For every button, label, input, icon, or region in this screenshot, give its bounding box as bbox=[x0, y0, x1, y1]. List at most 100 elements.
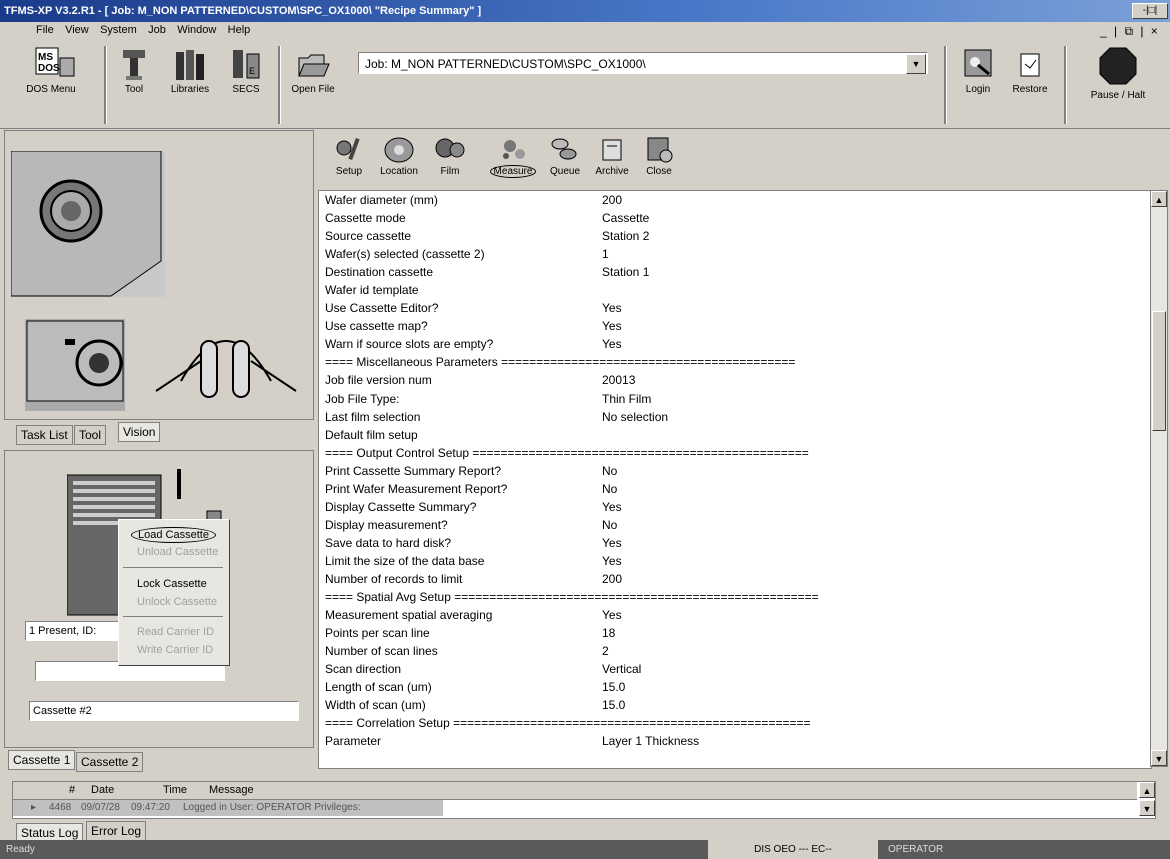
summary-scrollbar[interactable]: ▲ ▼ bbox=[1150, 190, 1168, 767]
libraries-button[interactable]: Libraries bbox=[164, 46, 216, 95]
present-id-field[interactable]: 1 Present, ID: bbox=[25, 621, 125, 641]
window-restore-button[interactable]: -|□| bbox=[1132, 3, 1168, 19]
summary-value: Yes bbox=[602, 608, 622, 623]
scroll-down-button[interactable]: ▼ bbox=[1151, 750, 1167, 766]
summary-value: Thin Film bbox=[602, 391, 652, 406]
recipe-toolbar: Setup Location Film Measure Queue Archiv… bbox=[318, 130, 1170, 188]
summary-key: Use Cassette Editor? bbox=[325, 301, 439, 316]
summary-value: Station 1 bbox=[602, 265, 650, 280]
menu-separator bbox=[123, 567, 223, 568]
tab-cassette-1[interactable]: Cassette 1 bbox=[8, 750, 76, 770]
summary-value: 15.0 bbox=[602, 680, 626, 695]
summary-value: Yes bbox=[602, 553, 622, 568]
gear-icon bbox=[332, 134, 366, 164]
log-scroll-up-button[interactable]: ▲ bbox=[1139, 782, 1155, 798]
summary-key: Job File Type: bbox=[325, 391, 400, 406]
menu-help[interactable]: Help bbox=[224, 22, 255, 38]
tab-error-log[interactable]: Error Log bbox=[86, 821, 147, 841]
tab-vision[interactable]: Vision bbox=[118, 422, 161, 442]
secs-label: SECS bbox=[232, 84, 260, 95]
job-dropdown-button[interactable]: ▼ bbox=[906, 54, 926, 74]
log-row[interactable]: ▸ 4468 09/07/28 09:47:20 Logged in User:… bbox=[13, 800, 443, 816]
open-file-button[interactable]: Open File bbox=[286, 46, 340, 95]
menu-load-cassette[interactable]: Load Cassette bbox=[131, 527, 216, 543]
summary-value: 200 bbox=[602, 193, 623, 207]
menu-lock-cassette[interactable]: Lock Cassette bbox=[137, 578, 207, 590]
log-col-message: Message bbox=[209, 784, 254, 796]
login-button[interactable]: Login bbox=[956, 46, 1000, 95]
summary-key: Cassette mode bbox=[325, 211, 406, 226]
summary-key: Parameter bbox=[325, 734, 382, 749]
summary-value: No bbox=[602, 517, 618, 532]
summary-key: ==== Miscellaneous Parameters ==========… bbox=[325, 355, 796, 370]
summary-value: No selection bbox=[602, 409, 669, 424]
film-button[interactable]: Film bbox=[432, 134, 468, 177]
summary-value: Yes bbox=[602, 535, 622, 550]
summary-key: Points per scan line bbox=[325, 626, 430, 641]
restore-button[interactable]: Restore bbox=[1004, 46, 1056, 95]
summary-key: Print Cassette Summary Report? bbox=[325, 463, 502, 478]
scroll-thumb[interactable] bbox=[1152, 311, 1166, 431]
queue-button[interactable]: Queue bbox=[544, 134, 586, 177]
archive-button[interactable]: Archive bbox=[588, 134, 636, 177]
summary-value: 200 bbox=[602, 571, 623, 586]
summary-row: Length of scan (um) 15.0 bbox=[319, 678, 1151, 696]
close-label: Close bbox=[646, 166, 672, 177]
menu-separator bbox=[123, 616, 223, 617]
stop-sign-icon bbox=[1098, 46, 1138, 86]
menu-unload-cassette[interactable]: Unload Cassette bbox=[137, 546, 218, 558]
job-selector[interactable]: Job: M_NON PATTERNED\CUSTOM\SPC_OX1000\ bbox=[358, 52, 928, 74]
tool-button[interactable]: Tool bbox=[114, 46, 154, 95]
summary-key: Number of scan lines bbox=[325, 644, 438, 659]
tab-task-list[interactable]: Task List bbox=[16, 425, 73, 445]
menu-file[interactable]: File bbox=[32, 22, 58, 38]
menu-write-carrier-id[interactable]: Write Carrier ID bbox=[137, 644, 213, 656]
menu-window[interactable]: Window bbox=[173, 22, 220, 38]
measure-button[interactable]: Measure bbox=[486, 134, 540, 178]
scroll-up-button[interactable]: ▲ bbox=[1151, 191, 1167, 207]
pause-halt-label: Pause / Halt bbox=[1090, 90, 1146, 101]
log-row-time: 09:47:20 bbox=[131, 802, 170, 813]
summary-row: Print Wafer Measurement Report? No bbox=[319, 480, 1151, 498]
summary-row: Points per scan line 18 bbox=[319, 624, 1151, 642]
menu-read-carrier-id[interactable]: Read Carrier ID bbox=[137, 626, 214, 638]
document-window-controls[interactable]: _ | ⧉ | × bbox=[1100, 24, 1160, 39]
summary-row: Cassette mode Cassette bbox=[319, 209, 1151, 227]
section-header-row: ==== Miscellaneous Parameters ==========… bbox=[319, 353, 1151, 371]
log-row-date: 09/07/28 bbox=[81, 802, 120, 813]
cassette-context-menu: Load Cassette Unload Cassette Lock Casse… bbox=[118, 519, 230, 666]
status-log: # Date Time Message ▸ 4468 09/07/28 09:4… bbox=[12, 781, 1156, 819]
measure-label: Measure bbox=[489, 165, 537, 178]
summary-value: 1 bbox=[602, 247, 609, 262]
setup-button[interactable]: Setup bbox=[328, 134, 370, 177]
summary-value: 18 bbox=[602, 626, 616, 641]
tab-tool[interactable]: Tool bbox=[74, 425, 107, 445]
toolbar-separator bbox=[104, 46, 107, 124]
status-bar: Ready DIS OEO --- EC-- OPERATOR bbox=[0, 840, 1170, 859]
log-row-num: 4468 bbox=[49, 802, 72, 813]
cassette-label-field[interactable]: Cassette #2 bbox=[29, 701, 299, 721]
log-scroll-down-button[interactable]: ▼ bbox=[1139, 800, 1155, 816]
summary-row: Wafer diameter (mm) 200 bbox=[319, 191, 1151, 209]
tab-cassette-2[interactable]: Cassette 2 bbox=[76, 752, 144, 772]
menu-system[interactable]: System bbox=[96, 22, 141, 38]
menu-unlock-cassette[interactable]: Unlock Cassette bbox=[137, 596, 217, 608]
summary-value: Layer 1 Thickness bbox=[602, 734, 700, 749]
queue-icon bbox=[548, 134, 582, 164]
secs-button[interactable]: E SECS bbox=[226, 46, 266, 95]
close-button[interactable]: Close bbox=[638, 134, 680, 177]
summary-value: 2 bbox=[602, 644, 609, 659]
dos-menu-button[interactable]: MS DOS DOS Menu bbox=[20, 46, 82, 95]
location-button[interactable]: Location bbox=[374, 134, 424, 177]
summary-row: Destination cassette Station 1 bbox=[319, 263, 1151, 281]
dos-icon: MS DOS bbox=[34, 46, 75, 80]
pause-halt-button[interactable]: Pause / Halt bbox=[1072, 46, 1164, 101]
location-label: Location bbox=[380, 166, 418, 177]
menu-view[interactable]: View bbox=[61, 22, 93, 38]
summary-row: Use cassette map? Yes bbox=[319, 317, 1151, 335]
summary-row: Print Cassette Summary Report? No bbox=[319, 462, 1151, 480]
summary-key: Wafer id template bbox=[325, 283, 419, 298]
open-folder-icon bbox=[296, 46, 330, 80]
summary-key: Warn if source slots are empty? bbox=[325, 337, 494, 352]
menu-job[interactable]: Job bbox=[144, 22, 170, 38]
